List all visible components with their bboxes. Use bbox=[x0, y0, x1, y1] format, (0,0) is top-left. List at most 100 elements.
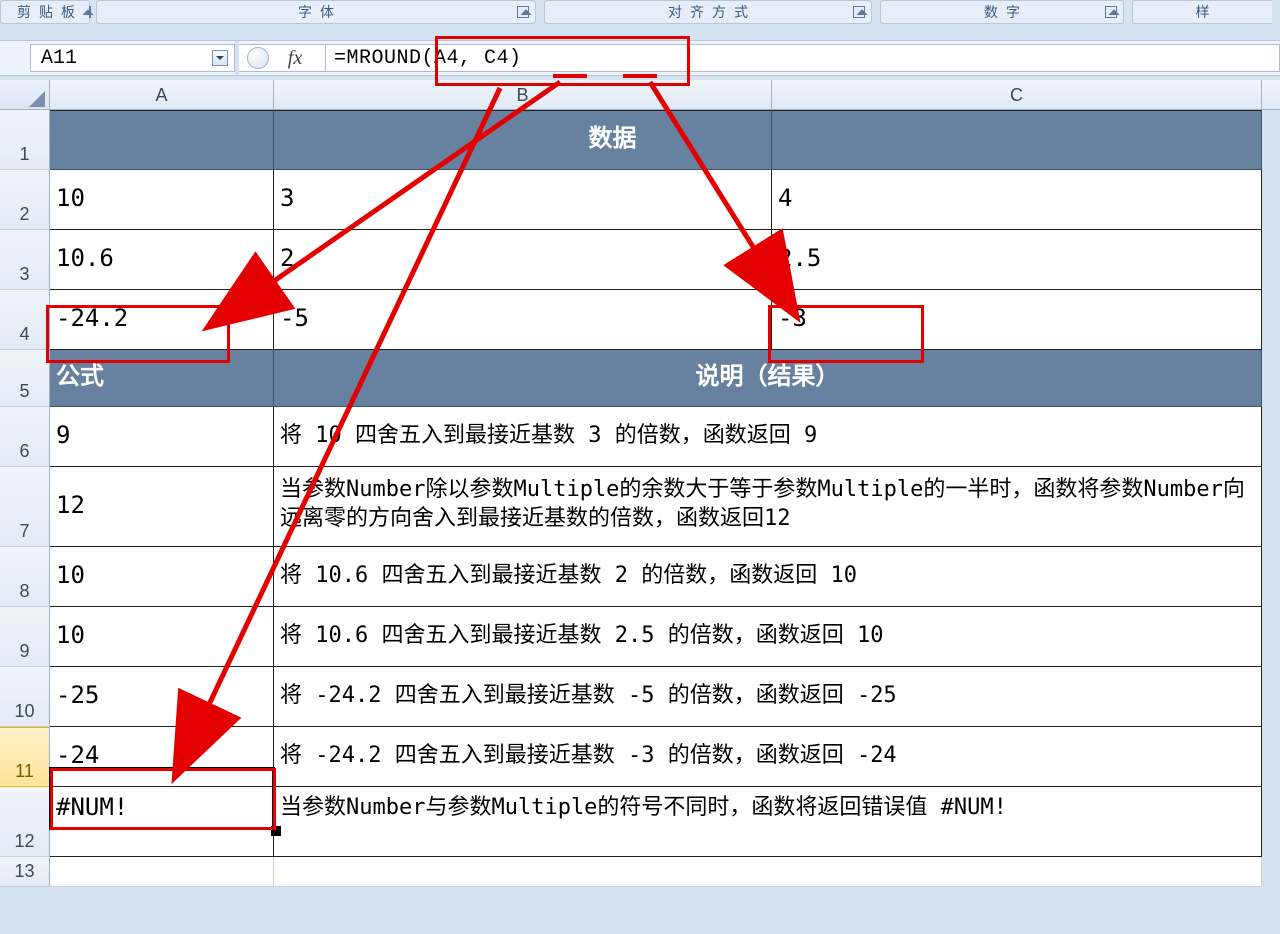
cell-BC12[interactable]: 当参数Number与参数Multiple的符号不同时，函数将返回错误值 #NUM… bbox=[274, 787, 1262, 857]
ribbon-group-label: 对齐方式 bbox=[553, 2, 863, 22]
cell-A11[interactable]: -24 bbox=[50, 727, 274, 787]
ribbon-group-label: 数字 bbox=[889, 2, 1115, 22]
spreadsheet-grid[interactable]: 1 数据 2 10 3 4 3 10.6 2 2.5 4 -24.2 -5 -3… bbox=[0, 110, 1280, 934]
cancel-icon[interactable] bbox=[247, 47, 269, 69]
cell-A13[interactable] bbox=[50, 857, 274, 887]
cell-text: 4 bbox=[778, 182, 792, 214]
cell-text: -3 bbox=[778, 302, 807, 334]
row-header[interactable]: 2 bbox=[0, 170, 50, 230]
row-header[interactable]: 5 bbox=[0, 350, 50, 407]
ribbon-group-number[interactable]: 数字 bbox=[880, 0, 1124, 24]
cell-A8[interactable]: 10 bbox=[50, 547, 274, 607]
cell-A12[interactable]: #NUM! bbox=[50, 787, 274, 857]
cell-BC6[interactable]: 将 10 四舍五入到最接近基数 3 的倍数，函数返回 9 bbox=[274, 407, 1262, 467]
cell-A10[interactable]: -25 bbox=[50, 667, 274, 727]
cell-C3[interactable]: 2.5 bbox=[772, 230, 1262, 290]
cell-text: 3 bbox=[280, 182, 294, 214]
row-header[interactable]: 13 bbox=[0, 857, 50, 887]
formula-buttons: fx bbox=[239, 44, 326, 72]
cell-text: 公式 bbox=[56, 361, 104, 393]
cell-text: -25 bbox=[56, 679, 99, 711]
cell-text: 将 -24.2 四舍五入到最接近基数 -3 的倍数，函数返回 -24 bbox=[280, 741, 897, 770]
cell-A5[interactable]: 公式 bbox=[50, 350, 274, 407]
cell-text: -5 bbox=[280, 302, 309, 334]
cell-A6[interactable]: 9 bbox=[50, 407, 274, 467]
cell-BC9[interactable]: 将 10.6 四舍五入到最接近基数 2.5 的倍数，函数返回 10 bbox=[274, 607, 1262, 667]
row-header[interactable]: 8 bbox=[0, 547, 50, 607]
row-header[interactable]: 1 bbox=[0, 110, 50, 170]
cell-B3[interactable]: 2 bbox=[274, 230, 772, 290]
cell-text: 将 10.6 四舍五入到最接近基数 2.5 的倍数，函数返回 10 bbox=[280, 621, 883, 650]
name-box-value: A11 bbox=[41, 47, 77, 70]
cell-BC10[interactable]: 将 -24.2 四舍五入到最接近基数 -5 的倍数，函数返回 -25 bbox=[274, 667, 1262, 727]
row-header[interactable]: 4 bbox=[0, 290, 50, 350]
dialog-launcher-icon[interactable] bbox=[1105, 6, 1117, 18]
column-headers: A B C bbox=[0, 80, 1280, 110]
cell-A7[interactable]: 12 bbox=[50, 467, 274, 547]
col-header-A[interactable]: A bbox=[50, 80, 274, 109]
cell-A3[interactable]: 10.6 bbox=[50, 230, 274, 290]
col-header-C[interactable]: C bbox=[772, 80, 1262, 109]
cell-B2[interactable]: 3 bbox=[274, 170, 772, 230]
cell-C2[interactable]: 4 bbox=[772, 170, 1262, 230]
row-header[interactable]: 3 bbox=[0, 230, 50, 290]
cell-text: 10.6 bbox=[56, 242, 114, 274]
select-all-button[interactable] bbox=[0, 80, 50, 109]
ribbon-group-font[interactable]: 字体 bbox=[96, 0, 536, 24]
cell-text: -24 bbox=[56, 739, 99, 771]
ribbon-group-styles[interactable]: 样 bbox=[1132, 0, 1272, 24]
cell-text: 当参数Number与参数Multiple的符号不同时，函数将返回错误值 #NUM… bbox=[280, 793, 1007, 822]
name-box[interactable]: A11 bbox=[30, 44, 235, 72]
annotation-underline-c4 bbox=[623, 74, 657, 78]
cell-text: 10 bbox=[56, 182, 85, 214]
ribbon-group-label: 字体 bbox=[105, 2, 527, 22]
ribbon-group-label: 样 bbox=[1141, 2, 1264, 22]
cell-text: 10 bbox=[56, 619, 85, 651]
cell-BC11[interactable]: 将 -24.2 四舍五入到最接近基数 -3 的倍数，函数返回 -24 bbox=[274, 727, 1262, 787]
dropdown-icon[interactable] bbox=[212, 50, 228, 66]
cell-text: #NUM! bbox=[56, 791, 128, 823]
row-header[interactable]: 7 bbox=[0, 467, 50, 547]
row-header-active[interactable]: 11 bbox=[0, 727, 50, 787]
cell-text: 9 bbox=[56, 419, 70, 451]
formula-input[interactable]: =MROUND(A4, C4) bbox=[326, 44, 1280, 72]
cell-BC7[interactable]: 当参数Number除以参数Multiple的余数大于等于参数Multiple的一… bbox=[274, 467, 1262, 547]
col-header-B[interactable]: B bbox=[274, 80, 772, 109]
cell-text: 将 10 四舍五入到最接近基数 3 的倍数，函数返回 9 bbox=[280, 421, 817, 450]
header-text: 数据 bbox=[589, 123, 637, 155]
cell-A2[interactable]: 10 bbox=[50, 170, 274, 230]
cell-A1[interactable] bbox=[50, 110, 274, 170]
cell-C4[interactable]: -3 bbox=[772, 290, 1262, 350]
cell-text: 说明（结果） bbox=[696, 361, 840, 393]
cell-text: 将 10.6 四舍五入到最接近基数 2 的倍数，函数返回 10 bbox=[280, 561, 857, 590]
cell-text: 当参数Number除以参数Multiple的余数大于等于参数Multiple的一… bbox=[280, 477, 1245, 531]
ribbon-group-label: 剪贴板 bbox=[9, 2, 83, 22]
dialog-launcher-icon[interactable] bbox=[853, 6, 865, 18]
ribbon-groups: 剪贴板 字体 对齐方式 数字 样 bbox=[0, 0, 1280, 24]
dialog-launcher-icon[interactable] bbox=[89, 6, 91, 18]
cell-BC5[interactable]: 说明（结果） bbox=[274, 350, 1262, 407]
cell-B1[interactable]: 数据 bbox=[274, 110, 772, 170]
ribbon-group-align[interactable]: 对齐方式 bbox=[544, 0, 872, 24]
dialog-launcher-icon[interactable] bbox=[517, 6, 529, 18]
cell-text: 12 bbox=[56, 489, 85, 521]
fill-handle[interactable] bbox=[271, 826, 281, 836]
cell-BC13[interactable] bbox=[274, 857, 1262, 887]
row-header[interactable]: 10 bbox=[0, 667, 50, 727]
cell-B4[interactable]: -5 bbox=[274, 290, 772, 350]
cell-A4[interactable]: -24.2 bbox=[50, 290, 274, 350]
cell-BC8[interactable]: 将 10.6 四舍五入到最接近基数 2 的倍数，函数返回 10 bbox=[274, 547, 1262, 607]
ribbon-group-clipboard[interactable]: 剪贴板 bbox=[0, 0, 90, 24]
fx-icon[interactable]: fx bbox=[273, 47, 317, 70]
cell-text: 2.5 bbox=[778, 242, 821, 274]
cell-text: 将 -24.2 四舍五入到最接近基数 -5 的倍数，函数返回 -25 bbox=[280, 681, 897, 710]
row-header[interactable]: 6 bbox=[0, 407, 50, 467]
cell-text: 2 bbox=[280, 242, 294, 274]
row-header[interactable]: 12 bbox=[0, 787, 50, 857]
cell-A9[interactable]: 10 bbox=[50, 607, 274, 667]
formula-bar-row: A11 fx =MROUND(A4, C4) bbox=[0, 40, 1280, 76]
cell-text: -24.2 bbox=[56, 302, 128, 334]
cell-C1[interactable] bbox=[772, 110, 1262, 170]
cell-text: 10 bbox=[56, 559, 85, 591]
row-header[interactable]: 9 bbox=[0, 607, 50, 667]
